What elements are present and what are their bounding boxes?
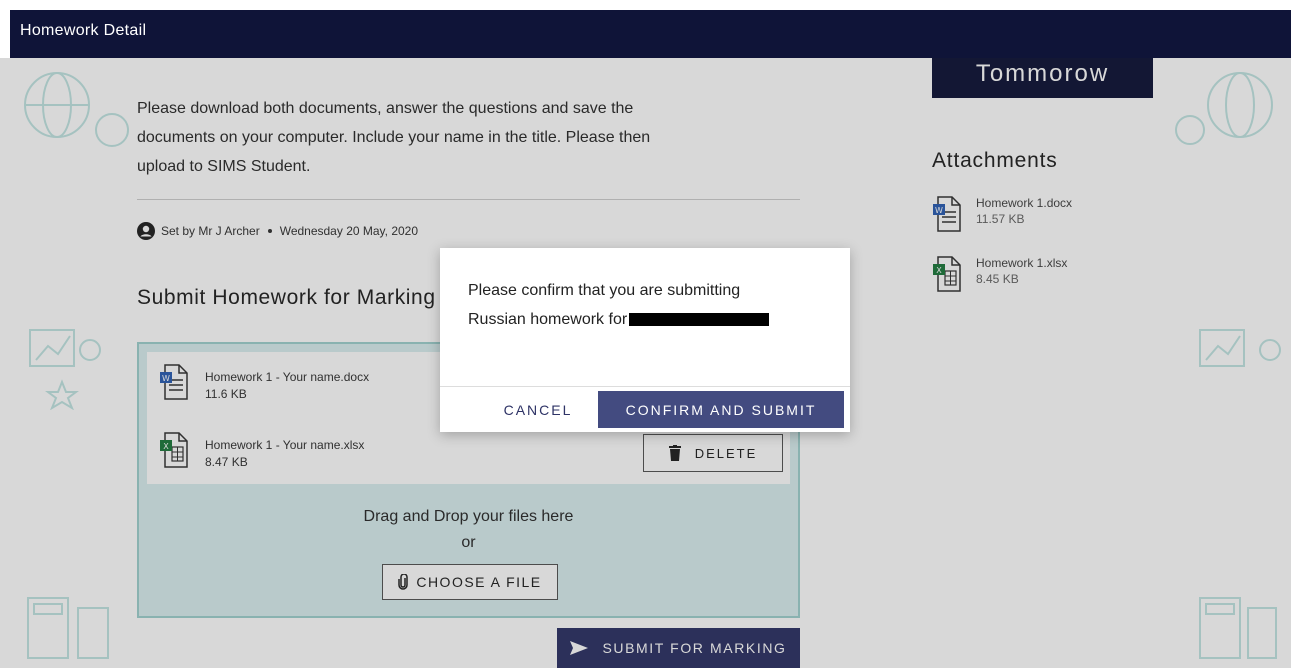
dialog-message-text: Russian homework for xyxy=(468,311,628,328)
redaction-bar xyxy=(629,313,770,327)
cancel-button[interactable]: CANCEL xyxy=(478,392,598,428)
dialog-message-line: Please confirm that you are submitting xyxy=(468,282,741,299)
confirm-and-submit-button[interactable]: CONFIRM AND SUBMIT xyxy=(598,391,844,428)
dialog-divider xyxy=(440,386,850,387)
dialog-message-line: Russian homework for xyxy=(468,305,828,334)
confirm-submit-dialog: Please confirm that you are submitting R… xyxy=(440,248,850,432)
dialog-message: Please confirm that you are submitting R… xyxy=(468,276,828,334)
